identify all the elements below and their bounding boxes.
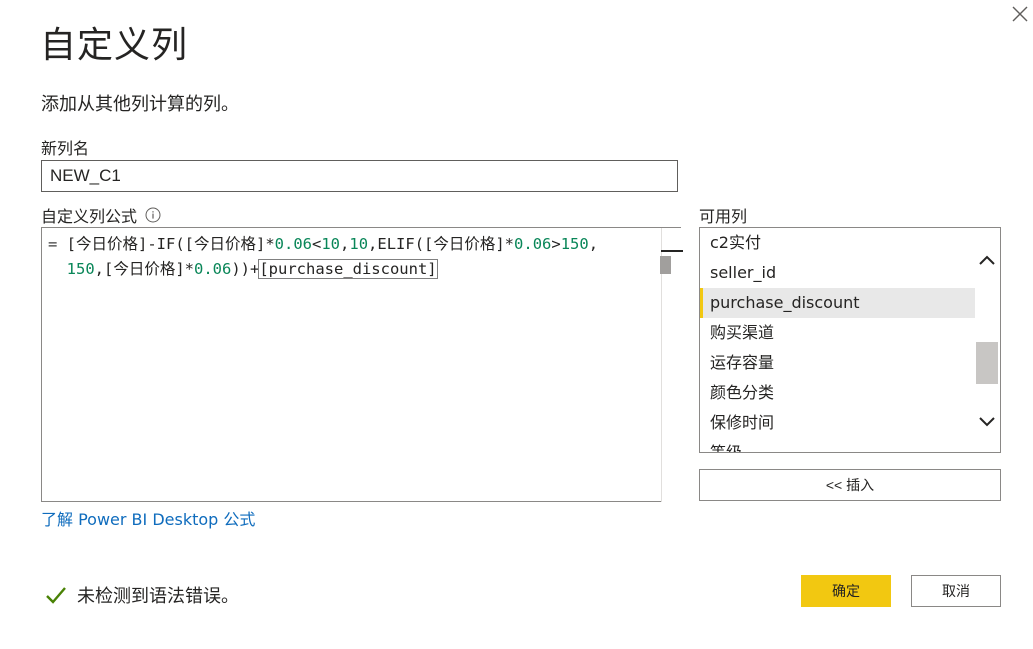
cancel-button[interactable]: 取消 — [911, 575, 1001, 607]
dialog-subtitle: 添加从其他列计算的列。 — [41, 94, 239, 115]
formula-label-row: 自定义列公式 — [41, 203, 161, 227]
formula-token: , — [340, 235, 350, 253]
columns-scrollbar[interactable] — [974, 228, 1000, 452]
insert-button[interactable]: << 插入 — [699, 469, 1001, 501]
chevron-down-icon — [979, 417, 995, 427]
available-columns-list[interactable]: c2实付 seller_id purchase_discount 购买渠道 运存… — [699, 227, 1001, 453]
list-item[interactable]: 颜色分类 — [700, 378, 975, 408]
list-item[interactable]: seller_id — [700, 258, 975, 288]
checkmark-icon — [45, 585, 67, 605]
formula-number: 10 — [349, 235, 369, 253]
close-button[interactable] — [1008, 2, 1032, 26]
formula-token: < — [312, 235, 322, 253]
formula-number: 150 — [560, 235, 589, 253]
new-column-name-label: 新列名 — [41, 139, 90, 158]
learn-formulas-link[interactable]: 了解 Power BI Desktop 公式 — [41, 506, 255, 530]
formula-line-2: 150,[今日价格]*0.06))+[purchase_discount] — [48, 257, 658, 282]
formula-number: 0.06 — [274, 235, 312, 253]
formula-number: 0.06 — [194, 260, 232, 278]
list-item[interactable]: 保修时间 — [700, 408, 975, 438]
formula-token: , — [588, 235, 599, 253]
syntax-status: 未检测到语法错误。 — [45, 582, 239, 608]
chevron-up-icon — [979, 255, 995, 265]
new-column-name-input[interactable] — [41, 160, 678, 192]
list-item[interactable]: 购买渠道 — [700, 318, 975, 348]
list-item[interactable]: 等级 — [700, 438, 975, 452]
formula-token: ,ELIF([今日价格]* — [368, 235, 515, 253]
dialog-title: 自定义列 — [40, 25, 189, 66]
formula-number: 10 — [321, 235, 341, 253]
formula-token: ))+ — [231, 260, 260, 278]
formula-scroll-marker — [661, 250, 683, 252]
scroll-down-button[interactable] — [978, 412, 996, 430]
formula-scrollbar[interactable] — [660, 228, 683, 502]
formula-number: 0.06 — [514, 235, 552, 253]
syntax-status-text: 未检测到语法错误。 — [77, 586, 239, 607]
formula-number: 150 — [66, 260, 95, 278]
formula-editor[interactable]: = [今日价格]-IF([今日价格]*0.06<10,10,ELIF([今日价格… — [41, 227, 683, 502]
formula-token: ,[今日价格]* — [94, 260, 194, 278]
list-item[interactable]: c2实付 — [700, 228, 975, 258]
ok-button[interactable]: 确定 — [801, 575, 891, 607]
scroll-up-button[interactable] — [978, 252, 996, 270]
formula-scroll-thumb[interactable] — [660, 256, 671, 274]
available-columns-label: 可用列 — [699, 207, 748, 226]
formula-highlight-token: [purchase_discount] — [258, 259, 438, 279]
formula-token: [今日价格]-IF([今日价格]* — [66, 235, 275, 253]
formula-line-1: = [今日价格]-IF([今日价格]*0.06<10,10,ELIF([今日价格… — [48, 232, 658, 257]
list-item-selected[interactable]: purchase_discount — [700, 288, 975, 318]
columns-items: c2实付 seller_id purchase_discount 购买渠道 运存… — [700, 228, 975, 452]
columns-scroll-thumb[interactable] — [976, 342, 998, 384]
list-item[interactable]: 运存容量 — [700, 348, 975, 378]
formula-label: 自定义列公式 — [41, 207, 138, 226]
formula-token: > — [551, 235, 561, 253]
formula-text[interactable]: = [今日价格]-IF([今日价格]*0.06<10,10,ELIF([今日价格… — [48, 232, 658, 282]
formula-equals: = — [48, 235, 67, 253]
info-icon[interactable] — [145, 207, 161, 223]
close-icon — [1012, 6, 1028, 22]
